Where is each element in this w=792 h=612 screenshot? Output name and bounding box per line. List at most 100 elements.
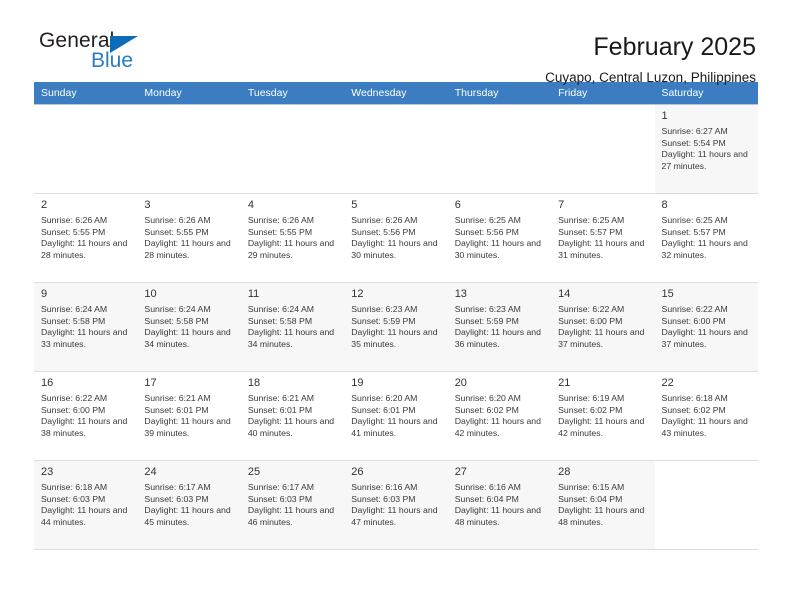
calendar-week-row: 2 Sunrise: 6:26 AM Sunset: 5:55 PM Daylig…	[34, 193, 758, 283]
day-number: 26	[351, 466, 364, 478]
day-cell-content: 16 Sunrise: 6:22 AM Sunset: 6:00 PM Dayli…	[34, 372, 137, 439]
weekday-header-wednesday: Wednesday	[344, 82, 448, 105]
calendar-day-cell[interactable]: 22 Sunrise: 6:18 AM Sunset: 6:02 PM Dayli…	[654, 371, 758, 461]
day-number: 22	[661, 377, 674, 389]
day-number: 25	[247, 466, 261, 478]
calendar-week-row: 9 Sunrise: 6:24 AM Sunset: 5:58 PM Daylig…	[34, 282, 758, 372]
calendar-day-cell[interactable]: 12 Sunrise: 6:23 AM Sunset: 5:59 PM Dayli…	[344, 282, 448, 372]
calendar-day-cell[interactable]: 5 Sunrise: 6:26 AM Sunset: 5:56 PM Daylig…	[344, 193, 448, 283]
day-number: 18	[247, 377, 261, 389]
calendar-day-cell[interactable]: 13 Sunrise: 6:23 AM Sunset: 5:59 PM Dayli…	[447, 282, 552, 372]
day-cell-content: 11 Sunrise: 6:24 AM Sunset: 5:58 PM Dayli…	[241, 283, 344, 350]
sun-info-text: Sunrise: 6:26 AM Sunset: 5:55 PM Dayligh…	[144, 215, 231, 260]
calendar-day-cell[interactable]: 4 Sunrise: 6:26 AM Sunset: 5:55 PM Daylig…	[240, 193, 345, 283]
day-cell-content: 23 Sunrise: 6:18 AM Sunset: 6:03 PM Dayli…	[34, 461, 137, 528]
sun-info-text: Sunrise: 6:26 AM Sunset: 5:55 PM Dayligh…	[41, 215, 128, 260]
day-number: 27	[454, 466, 467, 478]
day-cell-content: 22 Sunrise: 6:18 AM Sunset: 6:02 PM Dayli…	[655, 372, 758, 439]
day-number: 9	[41, 288, 48, 300]
calendar-day-cell[interactable]: 6 Sunrise: 6:25 AM Sunset: 5:56 PM Daylig…	[447, 193, 552, 283]
sun-info-text: Sunrise: 6:21 AM Sunset: 6:01 PM Dayligh…	[247, 393, 335, 438]
calendar-day-cell[interactable]: 16 Sunrise: 6:22 AM Sunset: 6:00 PM Dayli…	[34, 371, 138, 461]
logo-text-blue: Blue	[91, 49, 134, 72]
general-blue-logo[interactable]: General Blue	[36, 30, 166, 76]
calendar-day-cell[interactable]: 9 Sunrise: 6:24 AM Sunset: 5:58 PM Daylig…	[34, 282, 138, 372]
calendar-day-cell[interactable]: 10 Sunrise: 6:24 AM Sunset: 5:58 PM Dayli…	[137, 282, 241, 372]
logo-triangle-icon	[110, 36, 138, 53]
day-cell-content: 4 Sunrise: 6:26 AM Sunset: 5:55 PM Daylig…	[241, 194, 344, 261]
calendar-day-cell[interactable]: 26 Sunrise: 6:16 AM Sunset: 6:03 PM Dayli…	[344, 460, 448, 550]
day-number: 17	[144, 377, 157, 389]
sun-info-text: Sunrise: 6:25 AM Sunset: 5:57 PM Dayligh…	[558, 215, 645, 260]
sun-info-text: Sunrise: 6:16 AM Sunset: 6:04 PM Dayligh…	[454, 482, 541, 527]
calendar-day-cell[interactable]: 23 Sunrise: 6:18 AM Sunset: 6:03 PM Dayli…	[34, 460, 138, 550]
day-number: 12	[351, 288, 364, 300]
day-number: 5	[351, 199, 358, 211]
day-number: 19	[351, 377, 364, 389]
calendar-day-cell[interactable]: 2 Sunrise: 6:26 AM Sunset: 5:55 PM Daylig…	[34, 193, 138, 283]
day-cell-content: 14 Sunrise: 6:22 AM Sunset: 6:00 PM Dayli…	[551, 283, 654, 350]
title-block: February 2025 Cuyapo, Central Luzon, Phi…	[545, 30, 756, 88]
calendar-day-cell[interactable]: 18 Sunrise: 6:21 AM Sunset: 6:01 PM Dayli…	[240, 371, 345, 461]
calendar-day-cell[interactable]: 24 Sunrise: 6:17 AM Sunset: 6:03 PM Dayli…	[137, 460, 241, 550]
day-number: 13	[454, 288, 467, 300]
sun-info-text: Sunrise: 6:27 AM Sunset: 5:54 PM Dayligh…	[661, 126, 748, 171]
day-cell-content: 15 Sunrise: 6:22 AM Sunset: 6:00 PM Dayli…	[655, 283, 758, 350]
calendar-day-cell[interactable]: 8 Sunrise: 6:25 AM Sunset: 5:57 PM Daylig…	[654, 193, 758, 283]
calendar-day-cell[interactable]: 1 Sunrise: 6:27 AM Sunset: 5:54 PM Daylig…	[654, 104, 758, 194]
day-cell-content: 5 Sunrise: 6:26 AM Sunset: 5:56 PM Daylig…	[344, 194, 447, 261]
day-cell-content: 25 Sunrise: 6:17 AM Sunset: 6:03 PM Dayli…	[241, 461, 344, 528]
calendar-day-cell[interactable]: 11 Sunrise: 6:24 AM Sunset: 5:58 PM Dayli…	[240, 282, 345, 372]
day-number: 20	[454, 377, 467, 389]
day-number: 3	[144, 199, 151, 211]
day-number: 8	[661, 199, 668, 211]
calendar-cell-empty	[34, 104, 138, 194]
calendar-table: Sunday Monday Tuesday Wednesday Thursday Frid…	[34, 82, 758, 550]
sun-info-text: Sunrise: 6:22 AM Sunset: 6:00 PM Dayligh…	[558, 304, 645, 349]
sun-info-text: Sunrise: 6:18 AM Sunset: 6:02 PM Dayligh…	[661, 393, 748, 438]
calendar-day-cell[interactable]: 21 Sunrise: 6:19 AM Sunset: 6:02 PM Dayli…	[551, 371, 655, 461]
calendar-cell-empty	[240, 104, 345, 194]
calendar-day-cell[interactable]: 17 Sunrise: 6:21 AM Sunset: 6:01 PM Dayli…	[137, 371, 241, 461]
sun-info-text: Sunrise: 6:22 AM Sunset: 6:00 PM Dayligh…	[661, 304, 748, 349]
sun-info-text: Sunrise: 6:19 AM Sunset: 6:02 PM Dayligh…	[558, 393, 645, 438]
page-header: General Blue February 2025 Cuyapo, Centr…	[0, 0, 792, 86]
sun-info-text: Sunrise: 6:25 AM Sunset: 5:57 PM Dayligh…	[661, 215, 748, 260]
calendar-day-cell[interactable]: 28 Sunrise: 6:15 AM Sunset: 6:04 PM Dayli…	[551, 460, 655, 550]
day-cell-content: 17 Sunrise: 6:21 AM Sunset: 6:01 PM Dayli…	[137, 372, 240, 439]
day-cell-content: 8 Sunrise: 6:25 AM Sunset: 5:57 PM Daylig…	[655, 194, 758, 261]
day-cell-content: 10 Sunrise: 6:24 AM Sunset: 5:58 PM Dayli…	[137, 283, 240, 350]
calendar-cell-empty	[137, 104, 241, 194]
calendar-cell-empty	[344, 104, 448, 194]
day-number: 14	[558, 288, 571, 300]
calendar-day-cell[interactable]: 7 Sunrise: 6:25 AM Sunset: 5:57 PM Daylig…	[551, 193, 655, 283]
calendar-day-cell[interactable]: 27 Sunrise: 6:16 AM Sunset: 6:04 PM Dayli…	[447, 460, 552, 550]
calendar-day-cell[interactable]: 14 Sunrise: 6:22 AM Sunset: 6:00 PM Dayli…	[551, 282, 655, 372]
day-cell-content: 2 Sunrise: 6:26 AM Sunset: 5:55 PM Daylig…	[34, 194, 137, 261]
weekday-header-sunday: Sunday	[34, 82, 138, 105]
sun-info-text: Sunrise: 6:20 AM Sunset: 6:01 PM Dayligh…	[351, 393, 438, 438]
sun-info-text: Sunrise: 6:17 AM Sunset: 6:03 PM Dayligh…	[247, 482, 335, 527]
calendar-day-cell[interactable]: 25 Sunrise: 6:17 AM Sunset: 6:03 PM Dayli…	[240, 460, 345, 550]
day-cell-content: 12 Sunrise: 6:23 AM Sunset: 5:59 PM Dayli…	[344, 283, 447, 350]
day-cell-content: 1 Sunrise: 6:27 AM Sunset: 5:54 PM Daylig…	[655, 105, 758, 172]
calendar-day-cell[interactable]: 19 Sunrise: 6:20 AM Sunset: 6:01 PM Dayli…	[344, 371, 448, 461]
day-cell-content: 26 Sunrise: 6:16 AM Sunset: 6:03 PM Dayli…	[344, 461, 447, 528]
calendar-day-cell[interactable]: 20 Sunrise: 6:20 AM Sunset: 6:02 PM Dayli…	[447, 371, 552, 461]
day-number: 4	[247, 199, 254, 211]
sun-info-text: Sunrise: 6:23 AM Sunset: 5:59 PM Dayligh…	[351, 304, 438, 349]
sun-info-text: Sunrise: 6:23 AM Sunset: 5:59 PM Dayligh…	[454, 304, 541, 349]
page-subtitle: Cuyapo, Central Luzon, Philippines	[545, 70, 756, 85]
weekday-header-thursday: Thursday	[447, 82, 552, 105]
calendar-cell-empty	[551, 104, 655, 194]
day-number: 23	[41, 466, 54, 478]
calendar-day-cell[interactable]: 15 Sunrise: 6:22 AM Sunset: 6:00 PM Dayli…	[654, 282, 758, 372]
day-number: 21	[558, 377, 571, 389]
calendar-cell-empty	[447, 104, 552, 194]
day-number: 11	[247, 288, 260, 300]
day-cell-content: 19 Sunrise: 6:20 AM Sunset: 6:01 PM Dayli…	[344, 372, 447, 439]
day-cell-content: 28 Sunrise: 6:15 AM Sunset: 6:04 PM Dayli…	[551, 461, 654, 528]
calendar-body: 1 Sunrise: 6:27 AM Sunset: 5:54 PM Daylig…	[34, 104, 758, 550]
day-number: 10	[144, 288, 157, 300]
calendar-day-cell[interactable]: 3 Sunrise: 6:26 AM Sunset: 5:55 PM Daylig…	[137, 193, 241, 283]
